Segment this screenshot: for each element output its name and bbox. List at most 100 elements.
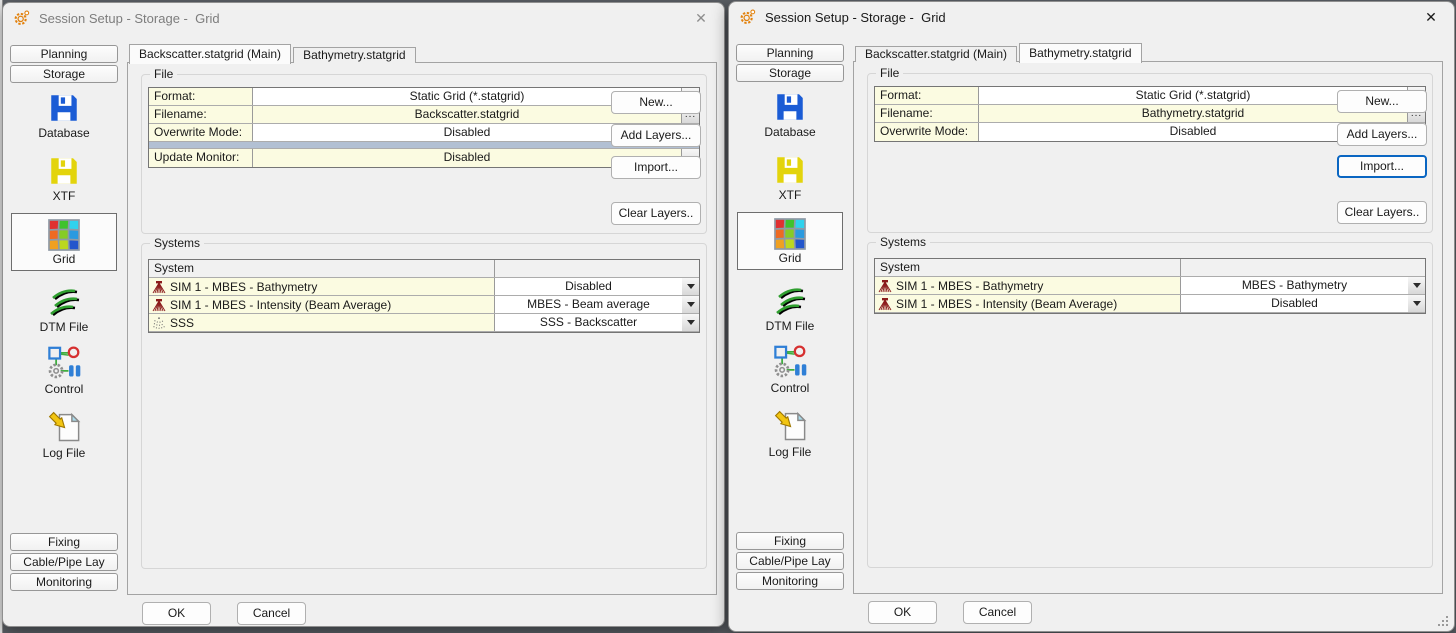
color-grid-icon — [774, 218, 806, 250]
gear-icon — [739, 8, 757, 26]
sidebar-item-monitoring[interactable]: Monitoring — [736, 572, 844, 590]
tab-bathymetry-statgrid[interactable]: Bathymetry.statgrid — [1019, 43, 1141, 63]
close-icon[interactable]: ✕ — [691, 9, 711, 27]
color-grid-icon — [48, 219, 80, 251]
multibeam-fan-icon — [878, 279, 892, 293]
sidebar-item-label: Control — [737, 381, 843, 395]
sidebar-item-planning[interactable]: Planning — [10, 45, 118, 63]
system-row: SIM 1 - MBES - Bathymetry Disabled — [149, 278, 699, 296]
layer-dropdown[interactable] — [1408, 277, 1425, 294]
systems-groupbox-title: Systems — [150, 236, 204, 250]
sidebar-item-storage[interactable]: Storage — [736, 64, 844, 82]
tab-bar: Backscatter.statgrid (Main) Bathymetry.s… — [129, 44, 418, 63]
sidebar-item-database[interactable]: Database — [11, 89, 117, 140]
system-row: SIM 1 - MBES - Intensity (Beam Average) … — [149, 296, 699, 314]
sidebar-item-grid[interactable]: Grid — [11, 213, 117, 271]
layer-dropdown[interactable] — [682, 296, 699, 313]
layer-value: MBES - Beam average — [495, 296, 682, 313]
system-row: SSS SSS - Backscatter — [149, 314, 699, 332]
systems-table-header: System — [149, 260, 699, 278]
sidebar-item-label: Grid — [12, 252, 116, 266]
sidebar: Planning Storage Database XTF Grid DTM F… — [736, 44, 846, 594]
sidebar-item-fixing[interactable]: Fixing — [736, 532, 844, 550]
multibeam-fan-icon — [878, 297, 892, 311]
cancel-button[interactable]: Cancel — [963, 601, 1032, 624]
tab-backscatter-statgrid[interactable]: Backscatter.statgrid (Main) — [855, 46, 1017, 62]
floppy-disk-yellow-icon — [773, 153, 807, 187]
add-layers-button[interactable]: Add Layers... — [611, 124, 701, 147]
clear-layers-button[interactable]: Clear Layers.. — [1337, 201, 1427, 224]
ok-button[interactable]: OK — [142, 602, 211, 625]
clear-layers-button[interactable]: Clear Layers.. — [611, 202, 701, 225]
systems-groupbox: Systems System SIM 1 - MBES - Bathymetry… — [867, 242, 1433, 568]
floppy-disk-blue-icon — [47, 91, 81, 125]
sidebar-item-monitoring[interactable]: Monitoring — [10, 573, 118, 591]
window-title: Session Setup - Storage - Grid — [39, 11, 220, 26]
sidebar-item-label: Database — [11, 126, 117, 140]
document-arrow-icon — [46, 409, 82, 445]
system-column-header: System — [875, 259, 1181, 276]
format-label: Format: — [149, 88, 253, 105]
sidebar-item-cable-pipe-lay[interactable]: Cable/Pipe Lay — [736, 552, 844, 570]
titlebar[interactable]: Session Setup - Storage - Grid ✕ — [729, 2, 1454, 32]
sidescan-dots-icon — [152, 316, 166, 330]
sidebar-item-dtm-file[interactable]: DTM File — [737, 284, 843, 333]
layer-value: Disabled — [1181, 295, 1408, 312]
dropdown-arrow-icon — [687, 284, 695, 289]
ok-button[interactable]: OK — [868, 601, 937, 624]
terrain-waves-icon — [47, 287, 81, 319]
resize-grip[interactable] — [1437, 615, 1449, 627]
system-name: SIM 1 - MBES - Bathymetry — [896, 279, 1043, 293]
sidebar-item-control[interactable]: Control — [11, 343, 117, 396]
multibeam-fan-icon — [152, 298, 166, 312]
dropdown-arrow-icon — [687, 302, 695, 307]
systems-table: System SIM 1 - MBES - Bathymetry MBES - … — [874, 258, 1426, 314]
systems-groupbox: Systems System SIM 1 - MBES - Bathymetry… — [141, 243, 707, 569]
cancel-button[interactable]: Cancel — [237, 602, 306, 625]
sidebar-item-control[interactable]: Control — [737, 342, 843, 395]
system-name: SSS — [170, 316, 194, 330]
overwrite-label: Overwrite Mode: — [875, 123, 979, 141]
sidebar-item-database[interactable]: Database — [737, 88, 843, 139]
layer-value: Disabled — [495, 278, 682, 295]
system-name: SIM 1 - MBES - Bathymetry — [170, 280, 317, 294]
layer-dropdown[interactable] — [1408, 295, 1425, 312]
document-arrow-icon — [772, 408, 808, 444]
sidebar-item-log-file[interactable]: Log File — [11, 407, 117, 460]
sidebar-item-cable-pipe-lay[interactable]: Cable/Pipe Lay — [10, 553, 118, 571]
file-groupbox-title: File — [150, 67, 177, 81]
sidebar-item-planning[interactable]: Planning — [736, 44, 844, 62]
new-button[interactable]: New... — [611, 91, 701, 114]
system-column-header: System — [149, 260, 495, 277]
layer-value: SSS - Backscatter — [495, 314, 682, 331]
sidebar-item-dtm-file[interactable]: DTM File — [11, 285, 117, 334]
sidebar-item-label: Control — [11, 382, 117, 396]
tab-bathymetry-statgrid[interactable]: Bathymetry.statgrid — [293, 47, 415, 63]
sidebar-item-log-file[interactable]: Log File — [737, 406, 843, 459]
tab-backscatter-statgrid[interactable]: Backscatter.statgrid (Main) — [129, 44, 291, 64]
system-row: SIM 1 - MBES - Bathymetry MBES - Bathyme… — [875, 277, 1425, 295]
layer-dropdown[interactable] — [682, 278, 699, 295]
layer-dropdown[interactable] — [682, 314, 699, 331]
import-button[interactable]: Import... — [1337, 155, 1427, 178]
import-button[interactable]: Import... — [611, 156, 701, 179]
systems-table: System SIM 1 - MBES - Bathymetry Disable… — [148, 259, 700, 333]
close-icon[interactable]: ✕ — [1421, 8, 1441, 26]
sidebar-item-xtf[interactable]: XTF — [11, 152, 117, 203]
sidebar-item-label: DTM File — [11, 320, 117, 334]
sidebar-item-grid[interactable]: Grid — [737, 212, 843, 270]
sidebar-item-storage[interactable]: Storage — [10, 65, 118, 83]
process-control-icon — [772, 344, 808, 380]
format-label: Format: — [875, 87, 979, 104]
sidebar-item-fixing[interactable]: Fixing — [10, 533, 118, 551]
titlebar[interactable]: Session Setup - Storage - Grid ✕ — [3, 3, 724, 33]
session-setup-window-left: Session Setup - Storage - Grid ✕ Plannin… — [2, 2, 725, 627]
layer-column-header — [495, 260, 699, 277]
system-name: SIM 1 - MBES - Intensity (Beam Average) — [170, 298, 391, 312]
add-layers-button[interactable]: Add Layers... — [1337, 123, 1427, 146]
sidebar-item-xtf[interactable]: XTF — [737, 151, 843, 202]
floppy-disk-yellow-icon — [47, 154, 81, 188]
sidebar: Planning Storage Database XTF Grid DTM F… — [10, 45, 120, 595]
sidebar-item-label: XTF — [11, 189, 117, 203]
new-button[interactable]: New... — [1337, 90, 1427, 113]
